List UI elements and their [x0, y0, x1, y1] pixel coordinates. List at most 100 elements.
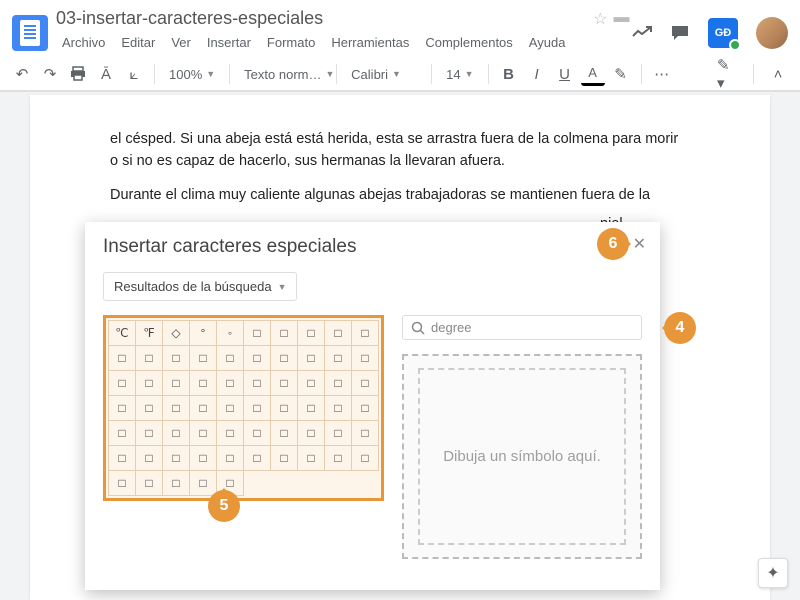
char-cell[interactable]: □: [244, 371, 271, 396]
char-cell[interactable]: □: [271, 421, 298, 446]
editing-mode-icon[interactable]: ✎ ▾: [717, 62, 741, 86]
char-cell[interactable]: ◦: [217, 321, 244, 346]
char-cell[interactable]: □: [190, 446, 217, 471]
char-cell[interactable]: [244, 471, 271, 496]
char-cell[interactable]: □: [298, 321, 325, 346]
char-cell[interactable]: □: [109, 471, 136, 496]
menu-insertar[interactable]: Insertar: [201, 31, 257, 54]
char-cell[interactable]: □: [352, 421, 379, 446]
char-cell[interactable]: □: [109, 421, 136, 446]
menu-ver[interactable]: Ver: [165, 31, 197, 54]
char-cell[interactable]: □: [325, 421, 352, 446]
char-cell[interactable]: □: [298, 421, 325, 446]
explore-button[interactable]: ✦: [758, 558, 788, 588]
char-cell[interactable]: □: [109, 371, 136, 396]
char-cell[interactable]: □: [325, 371, 352, 396]
char-cell[interactable]: □: [325, 346, 352, 371]
zoom-select[interactable]: 100%▼: [163, 67, 221, 82]
char-cell[interactable]: □: [352, 346, 379, 371]
menu-complementos[interactable]: Complementos: [419, 31, 518, 54]
search-input-wrapper[interactable]: [402, 315, 642, 340]
comment-icon[interactable]: [670, 24, 690, 42]
char-cell[interactable]: □: [217, 371, 244, 396]
char-cell[interactable]: □: [244, 396, 271, 421]
char-cell[interactable]: □: [298, 396, 325, 421]
char-cell[interactable]: □: [190, 471, 217, 496]
char-cell[interactable]: □: [163, 396, 190, 421]
char-cell[interactable]: □: [190, 346, 217, 371]
char-cell[interactable]: [352, 471, 379, 496]
char-cell[interactable]: □: [325, 446, 352, 471]
results-dropdown[interactable]: Resultados de la búsqueda▼: [103, 272, 297, 301]
bold-icon[interactable]: B: [497, 62, 521, 86]
char-cell[interactable]: ◇: [163, 321, 190, 346]
print-icon[interactable]: [66, 62, 90, 86]
char-cell[interactable]: □: [244, 446, 271, 471]
italic-icon[interactable]: I: [525, 62, 549, 86]
char-cell[interactable]: □: [163, 346, 190, 371]
char-cell[interactable]: □: [352, 396, 379, 421]
spellcheck-icon[interactable]: Ā: [94, 62, 118, 86]
char-cell[interactable]: □: [190, 371, 217, 396]
char-cell[interactable]: □: [352, 371, 379, 396]
menu-formato[interactable]: Formato: [261, 31, 321, 54]
more-icon[interactable]: ⋯: [650, 62, 674, 86]
char-cell[interactable]: □: [136, 396, 163, 421]
char-cell[interactable]: □: [136, 371, 163, 396]
char-cell[interactable]: □: [271, 446, 298, 471]
char-cell[interactable]: □: [352, 321, 379, 346]
fontsize-select[interactable]: 14▼: [440, 67, 479, 82]
paint-format-icon[interactable]: ⟀: [122, 62, 146, 86]
document-title[interactable]: 03-insertar-caracteres-especiales: [56, 8, 577, 29]
char-cell[interactable]: □: [271, 371, 298, 396]
char-cell[interactable]: □: [136, 471, 163, 496]
search-input[interactable]: [431, 320, 633, 335]
char-cell[interactable]: [271, 471, 298, 496]
style-select[interactable]: Texto norm…▼: [238, 67, 328, 82]
char-cell[interactable]: ℃: [109, 321, 136, 346]
char-cell[interactable]: □: [109, 346, 136, 371]
avatar[interactable]: [756, 17, 788, 49]
char-cell[interactable]: □: [352, 446, 379, 471]
char-cell[interactable]: □: [325, 321, 352, 346]
char-cell[interactable]: □: [109, 396, 136, 421]
char-cell[interactable]: □: [244, 421, 271, 446]
char-cell[interactable]: □: [109, 446, 136, 471]
char-cell[interactable]: □: [217, 446, 244, 471]
char-cell[interactable]: □: [163, 371, 190, 396]
char-cell[interactable]: □: [244, 321, 271, 346]
highlight-icon[interactable]: ✎: [609, 62, 633, 86]
menu-herramientas[interactable]: Herramientas: [325, 31, 415, 54]
char-cell[interactable]: □: [136, 346, 163, 371]
char-cell[interactable]: □: [163, 421, 190, 446]
collapse-icon[interactable]: ˄: [766, 62, 790, 86]
docs-logo-icon[interactable]: [12, 15, 48, 51]
menu-editar[interactable]: Editar: [115, 31, 161, 54]
char-cell[interactable]: □: [271, 396, 298, 421]
char-cell[interactable]: □: [298, 446, 325, 471]
share-button[interactable]: GÐ: [708, 18, 738, 48]
redo-icon[interactable]: ↷: [38, 62, 62, 86]
char-cell[interactable]: □: [298, 346, 325, 371]
char-cell[interactable]: □: [190, 396, 217, 421]
char-cell[interactable]: □: [136, 446, 163, 471]
font-select[interactable]: Calibri▼: [345, 67, 423, 82]
char-cell[interactable]: □: [271, 321, 298, 346]
char-cell[interactable]: °: [190, 321, 217, 346]
menu-archivo[interactable]: Archivo: [56, 31, 111, 54]
draw-symbol-area[interactable]: Dibuja un símbolo aquí.: [402, 354, 642, 559]
char-cell[interactable]: □: [298, 371, 325, 396]
star-icon[interactable]: ☆: [593, 9, 607, 29]
char-cell[interactable]: □: [244, 346, 271, 371]
char-cell[interactable]: [298, 471, 325, 496]
char-cell[interactable]: □: [217, 346, 244, 371]
char-cell[interactable]: □: [136, 421, 163, 446]
menu-ayuda[interactable]: Ayuda: [523, 31, 572, 54]
char-cell[interactable]: □: [163, 471, 190, 496]
text-color-icon[interactable]: A: [581, 62, 605, 86]
underline-icon[interactable]: U: [553, 62, 577, 86]
char-cell[interactable]: □: [163, 446, 190, 471]
char-cell[interactable]: [325, 471, 352, 496]
activity-icon[interactable]: [632, 26, 652, 40]
folder-icon[interactable]: ▬: [613, 9, 629, 29]
